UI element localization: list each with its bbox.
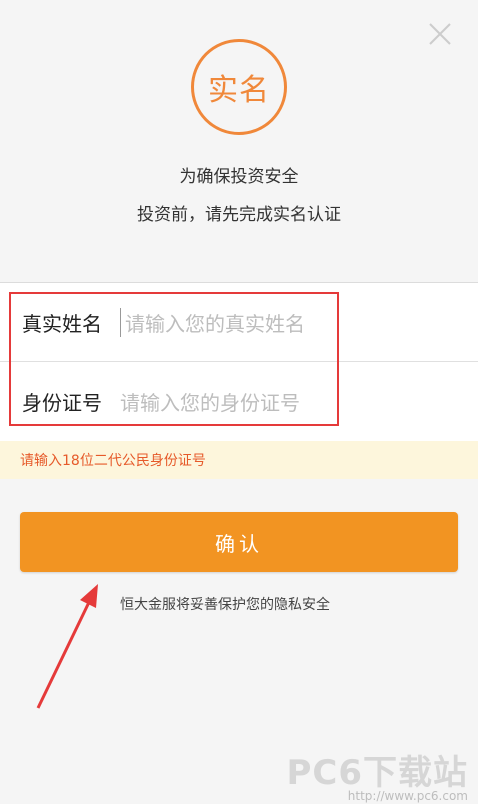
verification-form: 真实姓名 请输入您的真实姓名 身份证号 请输入您的身份证号 — [0, 282, 478, 442]
subtitle-line-2: 投资前，请先完成实名认证 — [137, 205, 341, 225]
close-button[interactable] — [426, 20, 454, 48]
id-number-input[interactable]: 请输入您的身份证号 — [120, 387, 300, 416]
confirm-button[interactable]: 确认 — [20, 512, 458, 572]
id-hint-text: 请输入18位二代公民身份证号 — [20, 453, 206, 469]
privacy-note: 恒大金服将妥善保护您的隐私安全 — [120, 597, 330, 613]
watermark: PC6下载站 http://www.pc6.com — [286, 756, 468, 802]
real-name-badge: 实名 — [191, 39, 287, 135]
watermark-brand: PC6下载站 — [286, 753, 468, 793]
id-row: 身份证号 请输入您的身份证号 — [0, 362, 478, 440]
confirm-label: 确认 — [215, 531, 263, 556]
close-icon — [429, 23, 451, 45]
name-row: 真实姓名 请输入您的真实姓名 — [0, 283, 478, 362]
subtitle-line-1: 为确保投资安全 — [179, 167, 299, 187]
id-hint-banner: 请输入18位二代公民身份证号 — [0, 441, 478, 479]
name-label: 真实姓名 — [22, 311, 102, 336]
badge-text: 实名 — [208, 73, 270, 108]
id-label: 身份证号 — [22, 390, 102, 415]
name-input[interactable]: 请输入您的真实姓名 — [120, 307, 305, 337]
